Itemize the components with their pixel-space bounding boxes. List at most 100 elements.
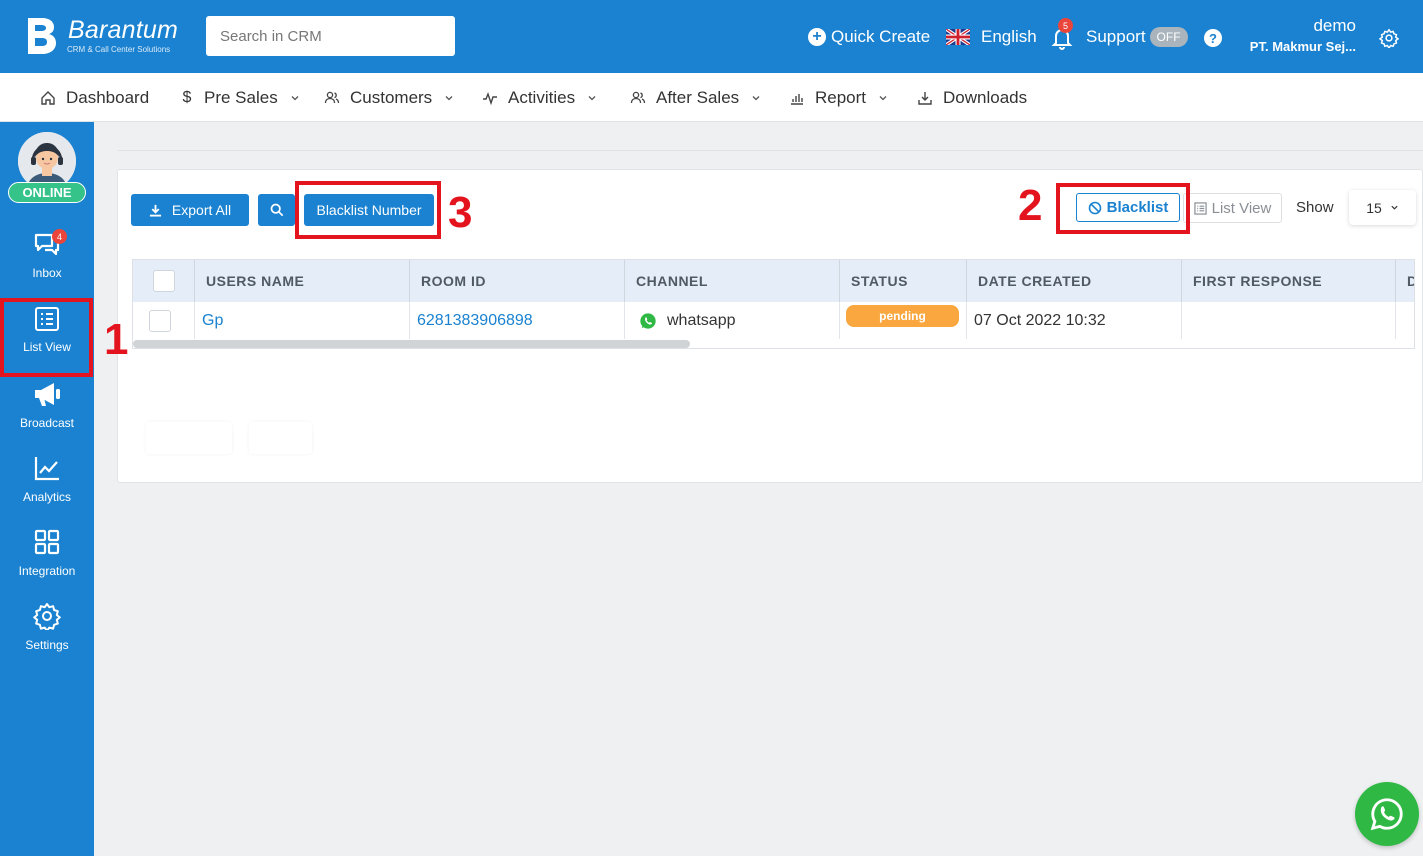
cell-first-response [1182,302,1396,339]
row-checkbox[interactable] [149,309,171,332]
annotation-number-2: 2 [1018,181,1043,230]
language-label: English [981,26,1037,46]
nav-customers-label: Customers [350,87,433,107]
sidebar-item-integration[interactable]: Integration [0,516,94,586]
annotation-number-3: 3 [448,188,473,237]
logo-name: Barantum [68,16,178,44]
logo[interactable]: Barantum CRM & Call Center Solutions [24,16,178,56]
online-status-badge[interactable]: ONLINE [8,182,86,203]
nav-downloads-label: Downloads [943,87,1028,107]
user-company: PT. Makmur Sej... [1249,39,1356,54]
users-icon [324,91,340,103]
inbox-badge: 4 [52,229,67,244]
list-view-button[interactable]: List View [1183,193,1282,223]
column-first-response[interactable]: FIRST RESPONSE [1182,260,1396,302]
quick-create-label: Quick Create [831,26,931,46]
uk-flag-icon [946,28,970,45]
chevron-down-icon [445,95,453,100]
support-toggle-switch[interactable]: OFF [1149,26,1188,47]
nav-pre-sales[interactable]: $ Pre Sales [180,73,300,122]
nav-report[interactable]: Report [789,73,888,122]
nav-pre-sales-label: Pre Sales [204,87,278,107]
nav-dashboard[interactable]: Dashboard [40,73,149,122]
status-badge: pending [846,304,959,327]
nav-activities[interactable]: Activities [482,73,597,122]
highlight-box-1 [0,298,93,377]
sidebar-item-label: Inbox [32,266,62,280]
nav-customers[interactable]: Customers [324,73,454,122]
nav-report-label: Report [815,87,867,107]
sidebar-item-label: Broadcast [19,416,75,430]
table-header: USERS NAME ROOM ID CHANNEL STATUS DATE C… [133,260,1414,302]
cell-users-name[interactable]: Gp [195,302,410,339]
main-nav: Dashboard $ Pre Sales Customers Activiti… [0,73,1423,122]
nav-activities-label: Activities [508,87,576,107]
list-view-label: List View [1211,199,1272,217]
pagination-placeholder [249,422,312,454]
column-truncated[interactable]: D [1396,260,1414,302]
column-date-created[interactable]: DATE CREATED [967,260,1182,302]
sidebar-item-settings[interactable]: Settings [0,590,94,660]
plus-circle-icon: + [808,27,826,46]
nav-downloads[interactable]: Downloads [917,73,1027,122]
list-icon [1193,201,1207,215]
channel-name: whatsapp [667,311,736,329]
show-label: Show [1296,199,1334,216]
sidebar-item-analytics[interactable]: Analytics [0,442,94,512]
whatsapp-chat-button[interactable] [1355,782,1419,846]
export-all-label: Export All [171,202,232,218]
cell-channel: whatsapp [625,302,840,339]
gear-icon[interactable] [1379,28,1399,48]
table-row[interactable]: Gp 6281383906898 whatsapp pending 07 Oct… [133,302,1414,339]
download-icon [918,91,932,105]
search-button[interactable] [258,194,295,226]
settings-gear-icon [33,603,61,630]
page-size-value: 15 [1366,199,1382,216]
column-room-id[interactable]: ROOM ID [410,260,625,302]
search-icon [270,203,283,217]
content-divider [118,150,1423,151]
chevron-down-icon [291,95,299,100]
notification-badge: 5 [1058,18,1073,33]
column-status[interactable]: STATUS [840,260,967,302]
user-menu[interactable]: demo PT. Makmur Sej... [1236,16,1356,54]
pagination-placeholder [146,422,232,454]
sidebar-item-label: Analytics [22,490,72,504]
help-icon[interactable]: ? [1204,29,1222,47]
highlight-box-3 [295,181,441,239]
cell-status: pending [840,302,967,339]
nav-after-sales[interactable]: After Sales [630,73,761,122]
sidebar-item-broadcast[interactable]: Broadcast [0,368,94,438]
logo-tagline: CRM & Call Center Solutions [67,45,171,54]
row-select-cell [133,302,195,339]
chevron-down-icon [588,95,596,100]
chevron-down-icon [879,95,887,100]
whatsapp-icon [1370,798,1403,831]
home-icon [41,90,55,105]
user-name: demo [1313,16,1356,35]
horizontal-scrollbar[interactable] [133,340,690,348]
support-toggle[interactable]: Support OFF [1086,0,1188,73]
page-size-select[interactable]: 15 [1349,190,1416,225]
grid-icon [34,529,60,555]
export-all-button[interactable]: Export All [131,194,249,226]
support-label: Support [1086,26,1146,46]
whatsapp-icon [640,312,656,329]
chevron-down-icon [752,95,760,100]
column-users-name[interactable]: USERS NAME [195,260,410,302]
annotation-number-1: 1 [104,315,129,364]
nav-after-sales-label: After Sales [656,87,740,107]
line-chart-icon [34,457,59,481]
barantum-logo-icon [28,18,56,54]
sidebar-item-inbox[interactable]: Inbox [0,218,94,288]
cell-room-id[interactable]: 6281383906898 [410,302,625,339]
select-all-checkbox[interactable] [153,270,175,292]
search-input[interactable] [206,16,455,56]
column-channel[interactable]: CHANNEL [625,260,840,302]
dollar-icon: $ [182,88,192,106]
quick-create-button[interactable]: + Quick Create [808,0,930,73]
cell-truncated [1396,302,1414,339]
language-selector[interactable]: English [946,0,1037,73]
users-icon [630,91,646,103]
sidebar: ONLINE Inbox 4 List View Broadcast Analy… [0,122,94,856]
